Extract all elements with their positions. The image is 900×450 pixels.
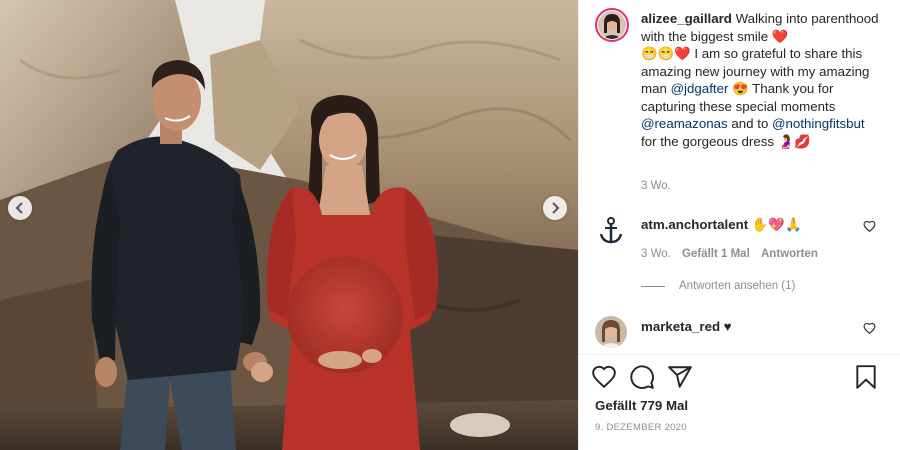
- action-bar: [591, 364, 891, 390]
- heart-icon[interactable]: [591, 364, 617, 390]
- next-photo-button[interactable]: [543, 196, 567, 220]
- author-avatar[interactable]: [595, 8, 629, 42]
- comment-timestamp[interactable]: 3 Wo.: [641, 248, 671, 260]
- heart-emoji: ♥: [723, 319, 732, 334]
- post-photo[interactable]: [0, 0, 578, 450]
- commenter-avatar[interactable]: [595, 214, 627, 246]
- share-icon[interactable]: [667, 364, 693, 390]
- comment-meta: 3 Wo. Gefällt 1 Mal Antworten: [641, 248, 826, 260]
- bookmark-icon[interactable]: [853, 364, 879, 390]
- heart-icon[interactable]: [863, 322, 876, 335]
- replies-divider-line: [641, 285, 665, 287]
- view-replies-button[interactable]: Antworten ansehen (1): [641, 280, 795, 292]
- anchor-icon: [595, 214, 627, 246]
- caption-timestamp[interactable]: 3 Wo.: [641, 180, 671, 192]
- red-heart-emoji: ❤️: [771, 28, 789, 44]
- heart-eyes-emoji: 😍: [732, 81, 749, 96]
- mention-reamazonas[interactable]: @reamazonas: [641, 116, 728, 131]
- caption-text: alizee_gaillard Walking into parenthood …: [641, 11, 879, 149]
- comment-icon[interactable]: [629, 364, 655, 390]
- instagram-post: alizee_gaillard Walking into parenthood …: [0, 0, 900, 450]
- couple-photo-image: [0, 0, 578, 450]
- mention-nothingfitsbut[interactable]: @nothingfitsbut: [772, 116, 865, 131]
- comment-emojis: ✋💖🙏: [751, 217, 802, 232]
- red-heart-emoji-2: ❤️: [674, 46, 691, 61]
- reply-button[interactable]: Antworten: [761, 248, 818, 260]
- mention-jdgafter[interactable]: @jdgafter: [671, 81, 729, 96]
- comment-likes[interactable]: Gefällt 1 Mal: [682, 248, 750, 260]
- chevron-right-icon: [552, 202, 560, 214]
- post-date[interactable]: 9. DEZEMBER 2020: [595, 422, 687, 433]
- previous-photo-button[interactable]: [8, 196, 32, 220]
- likes-count[interactable]: Gefällt 779 Mal: [595, 398, 688, 413]
- post-side-panel: alizee_gaillard Walking into parenthood …: [578, 0, 900, 450]
- commenter-avatar[interactable]: [595, 316, 627, 348]
- actions-divider: [579, 354, 900, 355]
- comment-text: marketa_red ♥: [641, 318, 732, 335]
- grin-emoji: 😁😁: [641, 46, 675, 61]
- chevron-left-icon: [15, 202, 23, 214]
- author-username[interactable]: alizee_gaillard: [641, 11, 732, 26]
- commenter-username[interactable]: marketa_red: [641, 319, 720, 334]
- dress-lips-emoji: 🤰💋: [777, 133, 811, 149]
- commenter-username[interactable]: atm.anchortalent: [641, 217, 748, 232]
- heart-icon[interactable]: [863, 220, 876, 233]
- comment-text: atm.anchortalent ✋💖🙏: [641, 216, 802, 233]
